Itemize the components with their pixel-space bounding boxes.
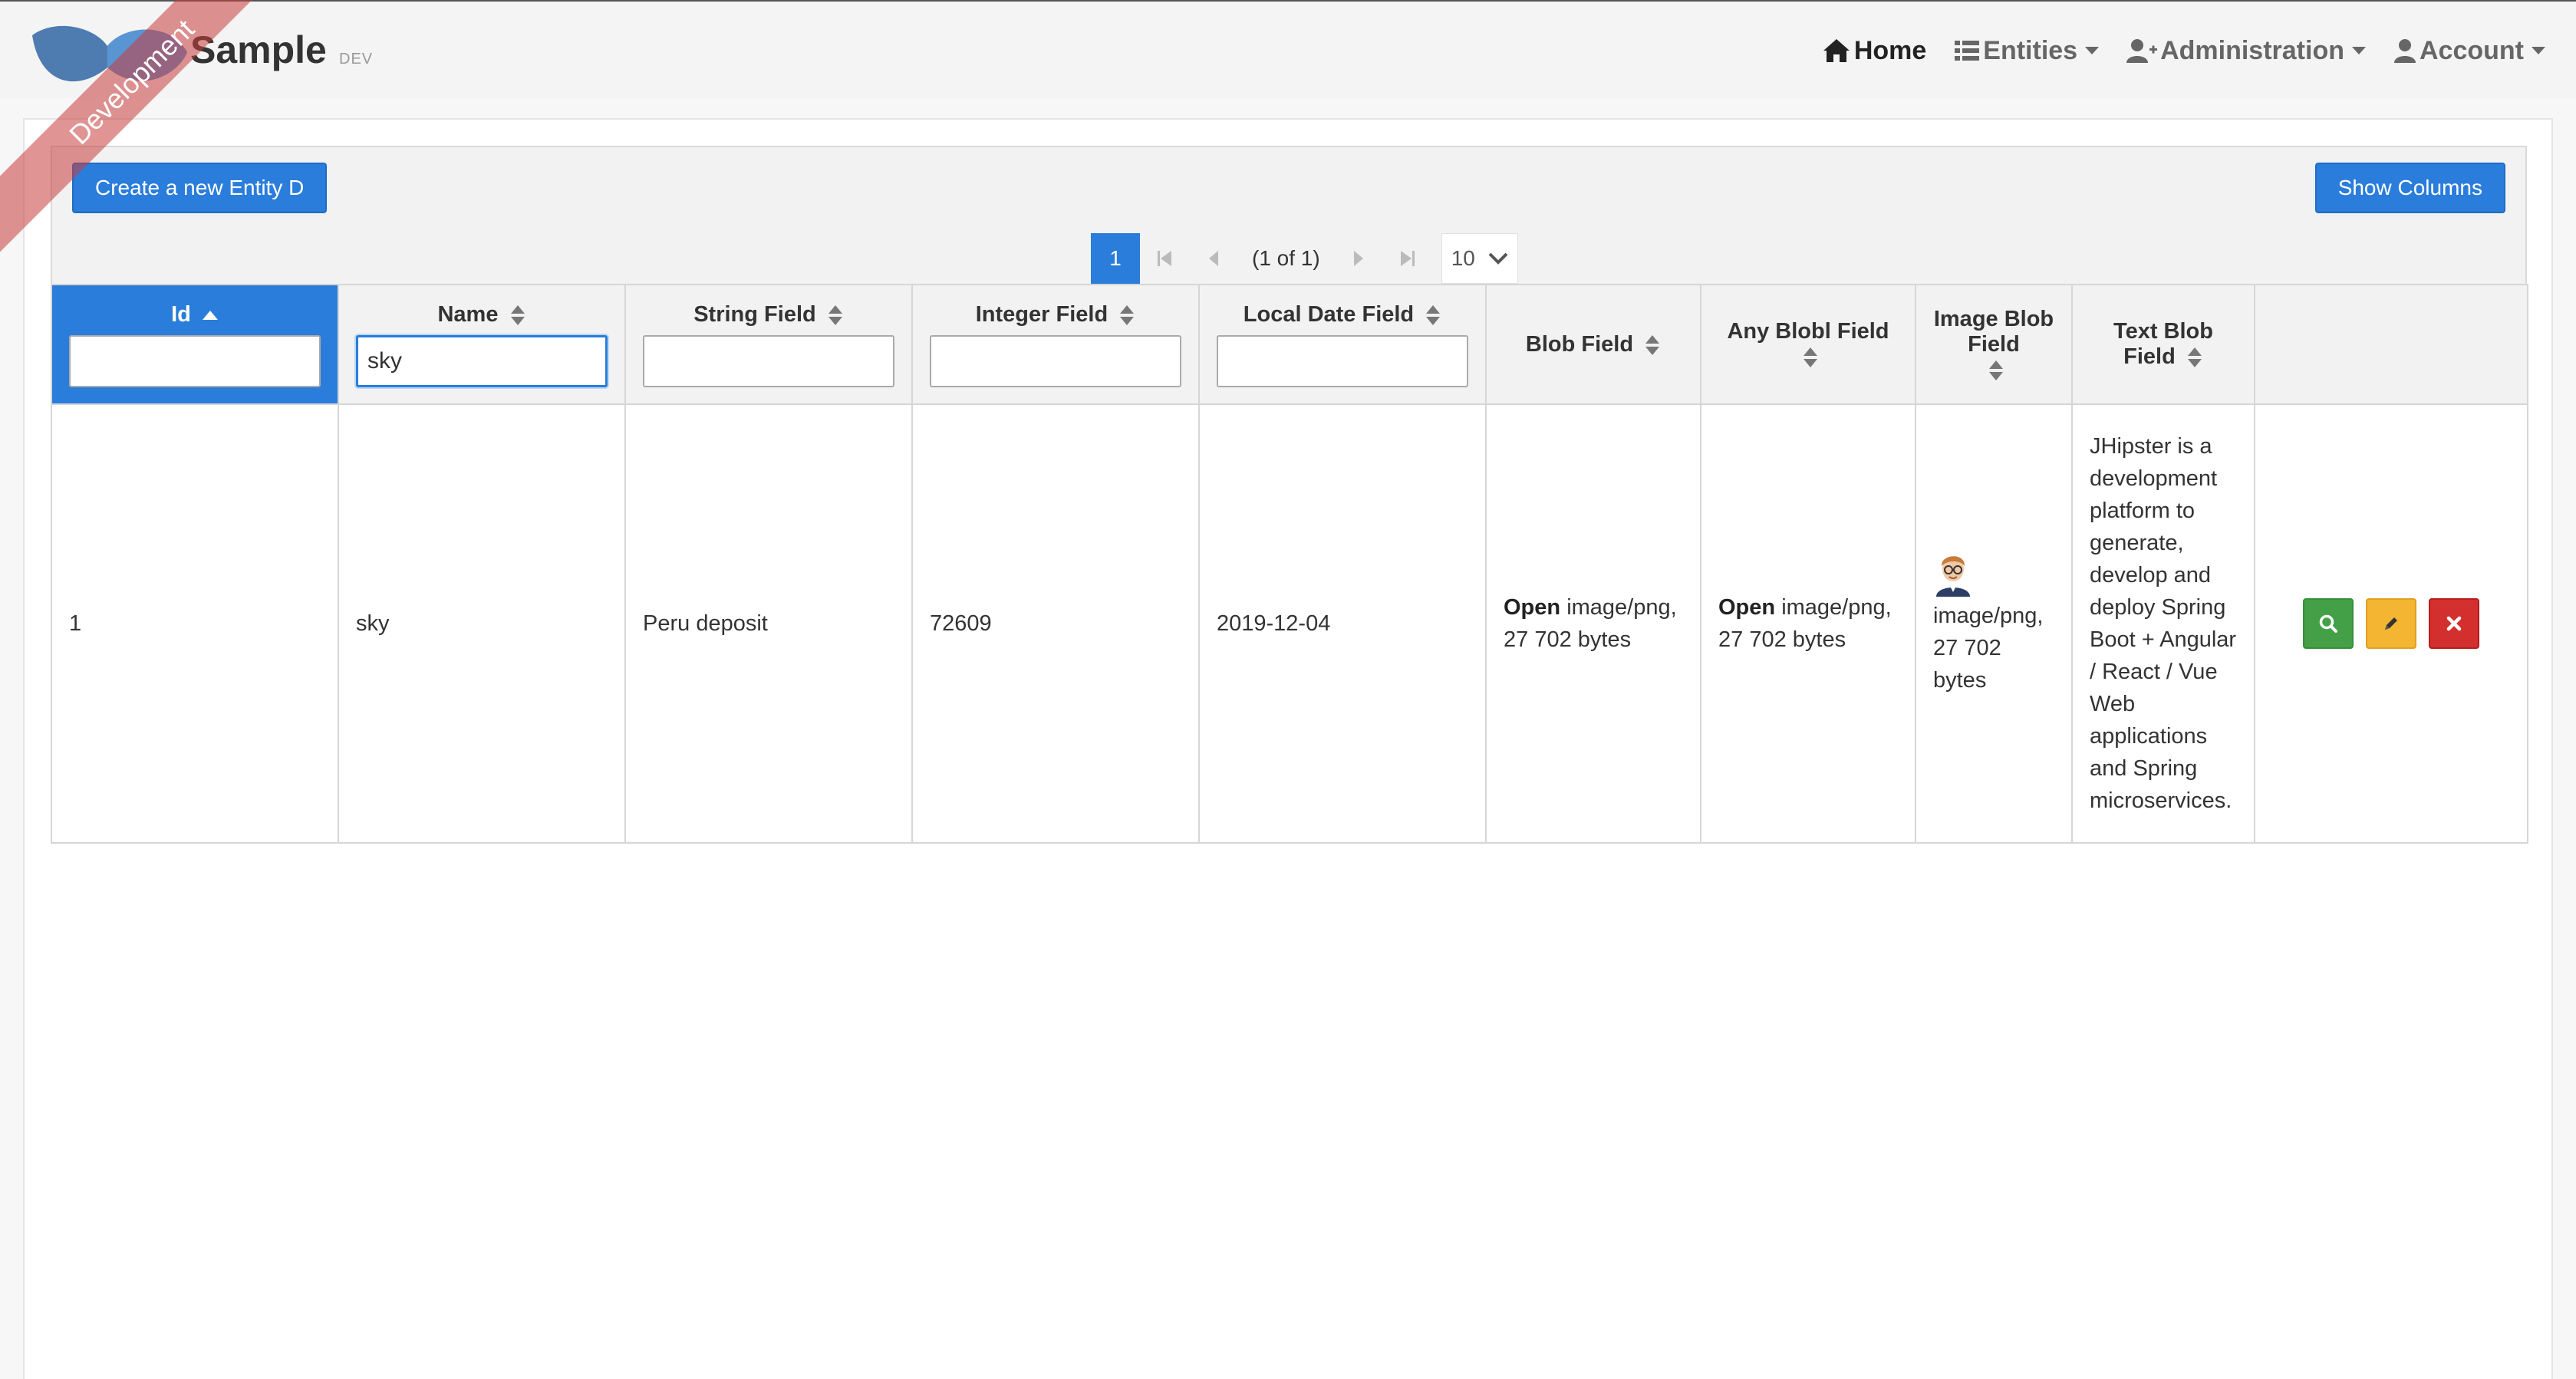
column-header-actions (2254, 284, 2528, 405)
home-icon (1823, 39, 1850, 62)
cell-text-blob-field: JHipster is a development platform to ge… (2071, 403, 2255, 844)
close-icon (2446, 616, 2462, 631)
nav-account-label: Account (2420, 35, 2524, 65)
table-header-row: Id Name String Field Integer Field (51, 284, 2528, 405)
column-header-image-blob-field[interactable]: Image Blob Field (1915, 284, 2073, 405)
column-label: Integer Field (975, 301, 1108, 327)
column-label: String Field (693, 301, 816, 327)
sort-icon (828, 304, 842, 325)
cell-integer-field: 72609 (911, 403, 1200, 844)
column-header-string-field[interactable]: String Field (624, 284, 913, 405)
column-label: Id (171, 301, 191, 327)
chevron-down-icon (2085, 47, 2100, 54)
page-1-button[interactable]: 1 (1091, 233, 1140, 284)
nav-home-label: Home (1853, 35, 1927, 65)
cell-blob-field: Open image/png, 27 702 bytes (1485, 403, 1701, 844)
sort-icon (1645, 334, 1660, 355)
datatable-toolbar: Create a new Entity D Show Columns (51, 146, 2527, 235)
navbar: Development Sample DEV Home Entities Adm… (0, 0, 2576, 253)
column-header-id[interactable]: Id (51, 284, 339, 405)
cell-actions (2254, 403, 2528, 844)
any-blob-open-link[interactable]: Open (1718, 595, 1775, 620)
page-report: (1 of 1) (1252, 246, 1320, 270)
sort-icon (510, 304, 525, 325)
nav-entities-label: Entities (1983, 35, 2078, 65)
show-columns-button[interactable]: Show Columns (2314, 163, 2505, 213)
sort-icon (2187, 347, 2202, 368)
view-button[interactable] (2303, 598, 2354, 649)
nav-home[interactable]: Home (1822, 36, 1926, 66)
first-page-icon (1158, 251, 1171, 266)
cell-string-field: Peru deposit (624, 403, 913, 844)
create-entity-button[interactable]: Create a new Entity D (72, 163, 328, 213)
sort-icon (1120, 304, 1135, 325)
sort-icon (1426, 304, 1441, 325)
prev-page-button[interactable] (1189, 233, 1238, 284)
nav-administration-label: Administration (2160, 35, 2344, 65)
first-page-button[interactable] (1140, 233, 1189, 284)
cell-id: 1 (51, 403, 339, 844)
chevron-down-icon (1488, 252, 1508, 265)
entity-table: Id Name String Field Integer Field (51, 284, 2528, 844)
nav-account[interactable]: Account (2393, 36, 2545, 66)
name-filter-input[interactable] (356, 334, 608, 387)
table-row[interactable]: 1 sky Peru deposit 72609 2019-12-04 Open… (51, 403, 2528, 844)
column-label: Image Blob Field (1933, 306, 2054, 357)
brand-version: DEV (339, 51, 374, 67)
delete-button[interactable] (2429, 598, 2479, 649)
user-plus-icon (2126, 39, 2158, 63)
row-actions (2272, 598, 2510, 649)
column-header-name[interactable]: Name (338, 284, 626, 405)
avatar-image-icon[interactable] (1933, 551, 1973, 597)
prev-page-icon (1209, 251, 1218, 266)
chevron-down-icon (2352, 47, 2366, 54)
paginator: 1 (1 of 1) 10 (51, 233, 2527, 284)
cell-image-blob-field: image/png, 27 702 bytes (1915, 403, 2073, 844)
column-label: Blob Field (1525, 331, 1634, 357)
cell-any-blob-field: Open image/png, 27 702 bytes (1700, 403, 1916, 844)
list-icon (1955, 41, 1980, 61)
column-header-any-blob-field[interactable]: Any Blobl Field (1700, 284, 1916, 405)
column-header-local-date-field[interactable]: Local Date Field (1198, 284, 1487, 405)
last-page-button[interactable] (1383, 233, 1432, 284)
next-page-icon (1353, 251, 1363, 266)
last-page-icon (1400, 251, 1415, 266)
sort-up-icon (202, 310, 218, 320)
column-label: Any Blobl Field (1727, 319, 1889, 344)
column-header-text-blob-field[interactable]: Text Blob Field (2071, 284, 2255, 405)
blob-open-link[interactable]: Open (1504, 595, 1560, 620)
nav-administration[interactable]: Administration (2126, 36, 2366, 66)
search-icon (2319, 614, 2337, 633)
column-label: Name (437, 301, 499, 327)
column-header-blob-field[interactable]: Blob Field (1485, 284, 1701, 405)
rows-per-page-select[interactable]: 10 (1441, 233, 1518, 284)
integer-field-filter-input[interactable] (930, 334, 1181, 387)
nav-menu: Home Entities Administration Account (1822, 32, 2545, 69)
main-content: Create a new Entity D Show Columns 1 (1 … (23, 118, 2553, 1379)
local-date-field-filter-input[interactable] (1217, 334, 1468, 387)
column-label: Local Date Field (1243, 301, 1415, 327)
sort-icon (1804, 347, 1817, 368)
string-field-filter-input[interactable] (643, 334, 894, 387)
image-blob-info: image/png, 27 702 bytes (1933, 604, 2044, 693)
column-header-integer-field[interactable]: Integer Field (911, 284, 1200, 405)
cell-name: sky (338, 403, 626, 844)
pencil-icon (2385, 617, 2397, 630)
rows-per-page-value: 10 (1451, 246, 1475, 270)
paginator-controls: 1 (1 of 1) 10 (1091, 233, 1518, 284)
edit-button[interactable] (2366, 598, 2416, 649)
next-page-button[interactable] (1334, 233, 1383, 284)
chevron-down-icon (2532, 47, 2545, 54)
nav-entities[interactable]: Entities (1954, 35, 2100, 66)
sort-icon (1989, 360, 2003, 380)
id-filter-input[interactable] (69, 334, 321, 387)
user-icon (2394, 39, 2416, 63)
cell-local-date-field: 2019-12-04 (1198, 403, 1487, 844)
